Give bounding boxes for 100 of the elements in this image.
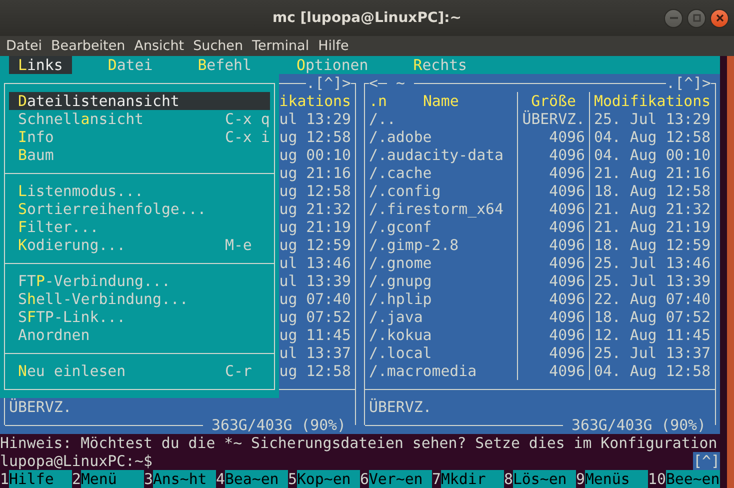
status-text: ÜBERVZ.	[369, 398, 432, 416]
file-date: ul 13:46	[279, 254, 352, 272]
panel-controls[interactable]: .[^]>	[306, 74, 351, 92]
menu-item[interactable]: Listenmodus...	[9, 182, 270, 200]
file-date: ug 21:16	[279, 164, 352, 182]
file-size: 4096	[549, 362, 585, 380]
file-date: 12. Aug 11:45	[594, 326, 711, 344]
maximize-button[interactable]	[687, 8, 706, 28]
column-header[interactable]: Größe	[531, 92, 576, 110]
sort-indicator[interactable]: .n	[369, 92, 387, 110]
file-name[interactable]: /.java	[369, 308, 423, 326]
file-date: ul 13:39	[279, 272, 352, 290]
file-name[interactable]: /.gnupg	[369, 272, 432, 290]
file-date: 25. Jul 13:29	[594, 110, 711, 128]
file-date: 21. Aug 21:16	[594, 164, 711, 182]
file-name[interactable]: /.local	[369, 344, 432, 362]
menu-item[interactable]: SFTP-Link...	[9, 308, 270, 326]
file-size: 4096	[549, 254, 585, 272]
menu-item[interactable]: Shell-Verbindung...	[9, 290, 270, 308]
menu-item[interactable]: FTP-Verbindung...	[9, 272, 270, 290]
shell-prompt: lupopa@LinuxPC:~$	[0, 452, 152, 470]
menu-item[interactable]: Terminal	[247, 38, 314, 54]
file-name[interactable]: /.cache	[369, 164, 432, 182]
status-text: ÜBERVZ.	[9, 398, 72, 416]
file-date: ug 12:58	[279, 182, 352, 200]
file-date: ul 13:29	[279, 110, 352, 128]
file-date: ul 13:37	[279, 344, 352, 362]
disk-usage: 363G/403G (90%)	[562, 416, 715, 434]
file-date: 04. Aug 12:58	[594, 362, 711, 380]
file-date: 18. Aug 07:52	[594, 308, 711, 326]
menu-item[interactable]: Ansicht	[129, 38, 188, 54]
file-date: ug 00:10	[279, 146, 352, 164]
menu-item[interactable]: Links	[9, 56, 72, 74]
menu-item[interactable]: Info C-x i	[9, 128, 270, 146]
column-header[interactable]: ikations	[279, 92, 355, 110]
file-name[interactable]: /.hplip	[369, 290, 432, 308]
file-date: 04. Aug 12:58	[594, 128, 711, 146]
scroll-button[interactable]: [^]	[693, 452, 720, 470]
file-name[interactable]: /.gimp-2.8	[369, 236, 459, 254]
file-size: 4096	[549, 146, 585, 164]
scrollbar[interactable]	[720, 56, 734, 488]
file-size: 4096	[549, 308, 585, 326]
column-header[interactable]: Modifikations	[594, 92, 711, 110]
file-name[interactable]: /.adobe	[369, 128, 432, 146]
file-name[interactable]: /.firestorm_x64	[369, 200, 504, 218]
menu-item[interactable]: Rechts	[404, 56, 476, 74]
column-header[interactable]: Name	[422, 92, 459, 110]
panel-controls[interactable]: .[^]>	[666, 74, 711, 92]
minimize-button[interactable]	[664, 8, 683, 28]
file-name[interactable]: /.kokua	[369, 326, 432, 344]
menu-item[interactable]: Baum	[9, 146, 270, 164]
menu-item[interactable]: Anordnen	[9, 326, 270, 344]
close-button[interactable]	[710, 8, 729, 28]
file-date: 25. Jul 13:46	[594, 254, 711, 272]
menu-item[interactable]: Datei	[1, 38, 46, 54]
file-size: 4096	[549, 290, 585, 308]
window-title: mc [lupopa@LinuxPC]:~	[272, 10, 462, 26]
menu-item[interactable]: Befehl	[188, 56, 260, 74]
file-size: ÜBERVZ.	[522, 110, 585, 128]
file-date: ug 07:52	[279, 308, 352, 326]
file-date: ug 21:19	[279, 218, 352, 236]
file-size: 4096	[549, 218, 585, 236]
file-size: 4096	[549, 182, 585, 200]
menu-item[interactable]: Neu einlesen C-r	[9, 362, 270, 380]
file-name[interactable]: /.gnome	[369, 254, 432, 272]
file-size: 4096	[549, 164, 585, 182]
file-date: 25. Jul 13:39	[594, 272, 711, 290]
file-date: ug 21:32	[279, 200, 352, 218]
file-date: ug 07:40	[279, 290, 352, 308]
file-name[interactable]: /.gconf	[369, 218, 432, 236]
menu-item[interactable]: Dateilistenansicht	[9, 92, 270, 110]
close-icon	[716, 14, 724, 22]
file-name[interactable]: /..	[369, 110, 396, 128]
file-size: 4096	[549, 236, 585, 254]
maximize-icon	[692, 14, 700, 22]
menu-item[interactable]: Bearbeiten	[46, 38, 130, 54]
menu-item[interactable]: Datei	[98, 56, 162, 74]
file-name[interactable]: /.audacity-data	[369, 146, 504, 164]
file-date: ug 11:45	[279, 326, 352, 344]
disk-usage: 363G/403G (90%)	[202, 416, 355, 434]
menu-item[interactable]: Optionen	[287, 56, 378, 74]
file-size: 4096	[549, 344, 585, 362]
menu-item[interactable]: Hilfe	[313, 38, 353, 54]
file-size: 4096	[549, 128, 585, 146]
file-date: 21. Aug 21:32	[594, 200, 711, 218]
file-name[interactable]: /.macromedia	[369, 362, 477, 380]
menu-item[interactable]: Sortierreihenfolge...	[9, 200, 270, 218]
menu-item[interactable]: Kodierung... M-e	[9, 236, 270, 254]
file-date: 18. Aug 12:59	[594, 236, 711, 254]
file-date: 21. Aug 21:19	[594, 218, 711, 236]
menu-item[interactable]: Schnellansicht C-x q	[9, 110, 270, 128]
file-date: ug 12:58	[279, 128, 352, 146]
file-size: 4096	[549, 272, 585, 290]
file-date: ug 12:59	[279, 236, 352, 254]
file-date: 04. Aug 00:10	[594, 146, 711, 164]
file-date: 18. Aug 12:58	[594, 182, 711, 200]
menu-item[interactable]: Filter...	[9, 218, 270, 236]
file-name[interactable]: /.config	[369, 182, 441, 200]
menu-item[interactable]: Suchen	[188, 38, 248, 54]
file-size: 4096	[549, 200, 585, 218]
